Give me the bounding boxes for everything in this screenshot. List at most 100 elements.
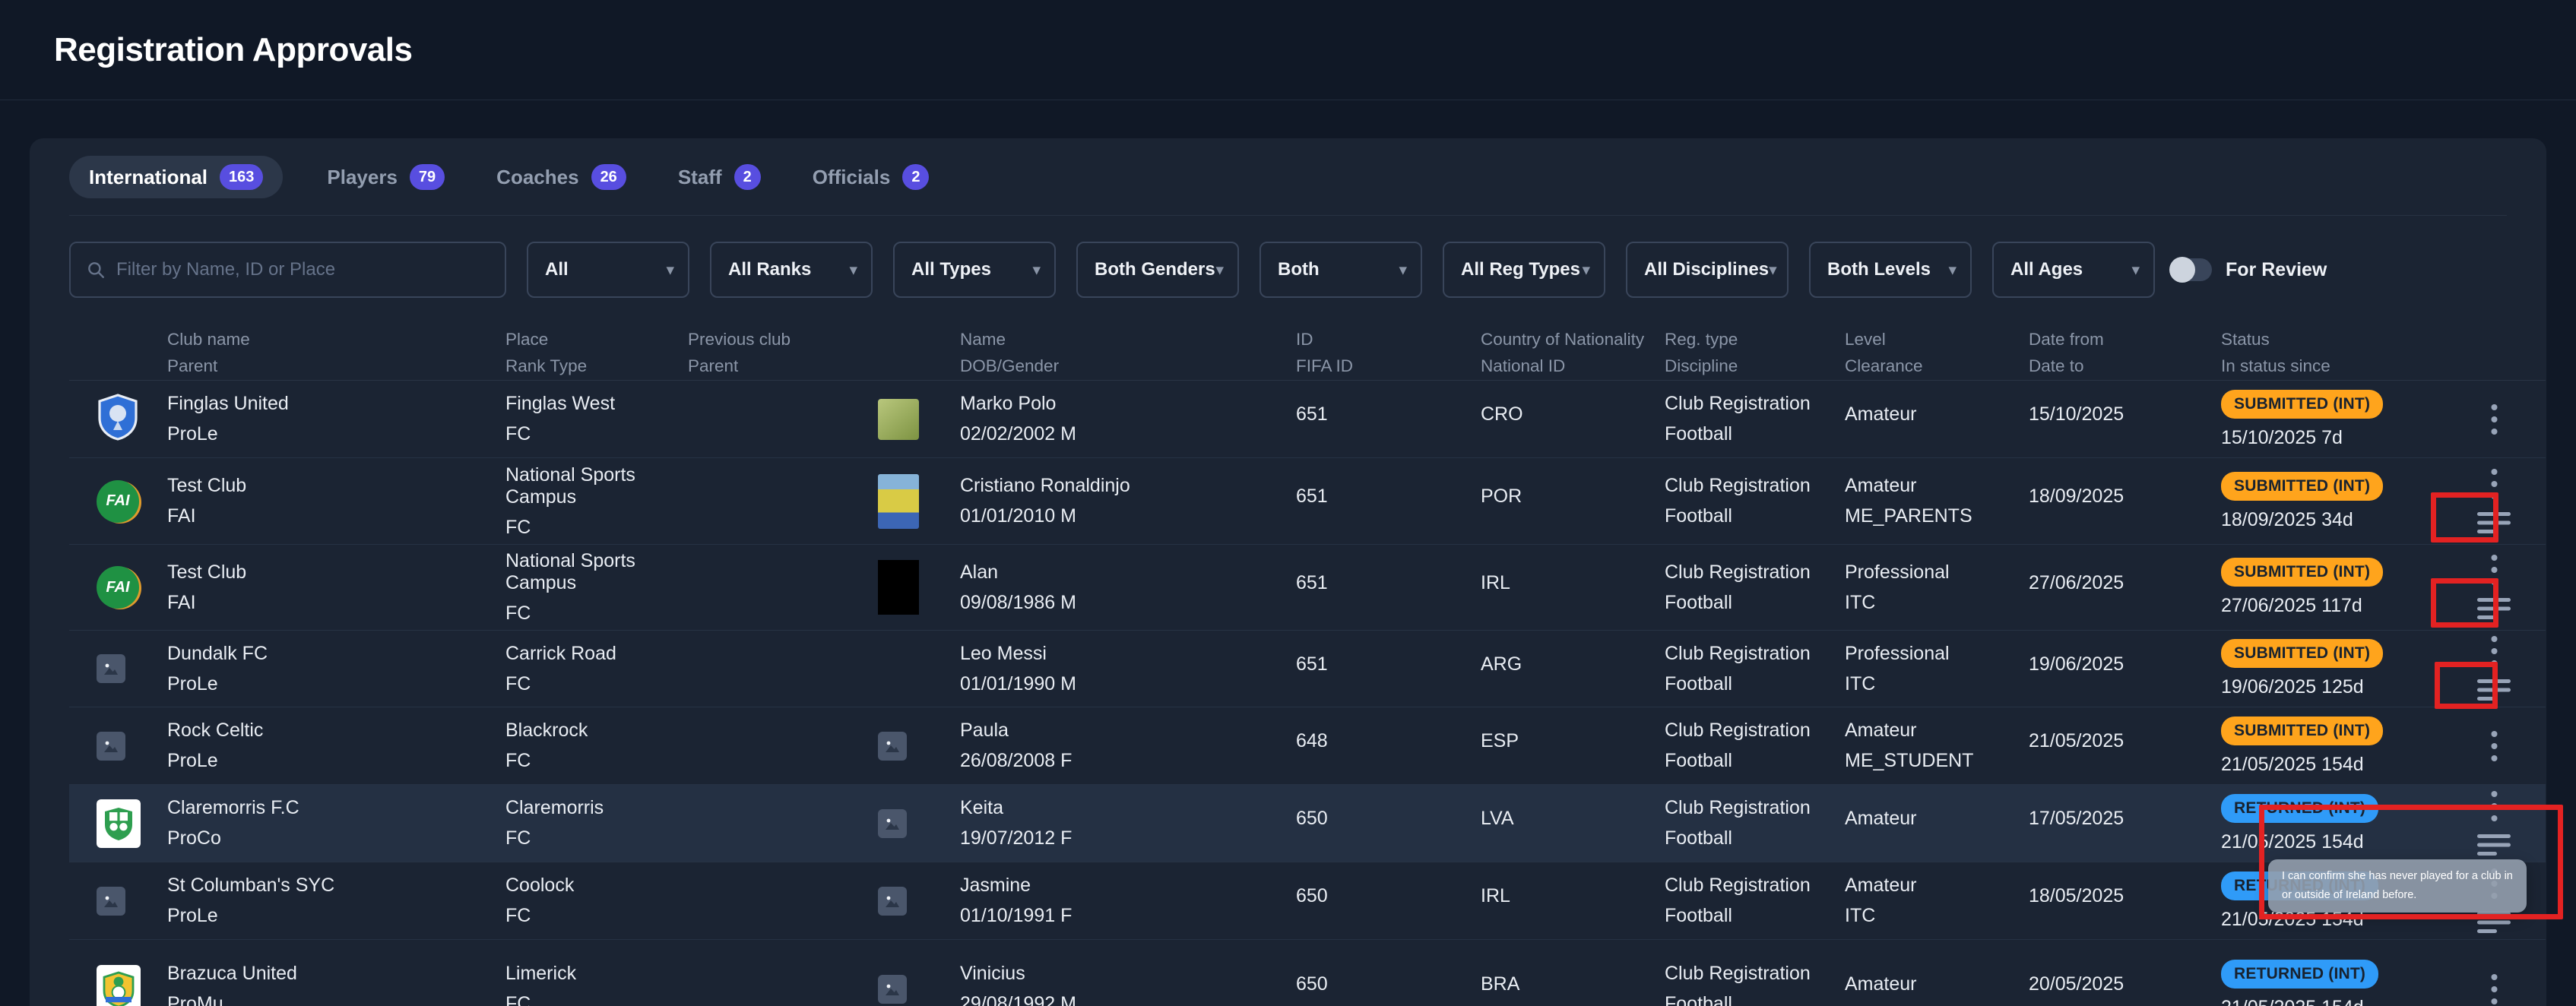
tab-staff[interactable]: Staff2 — [670, 156, 768, 198]
player-photo-placeholder-icon — [878, 809, 907, 838]
dropdown-both[interactable]: Both▾ — [1259, 242, 1422, 298]
dropdown-all[interactable]: All▾ — [527, 242, 689, 298]
kebab-menu-icon[interactable] — [2491, 973, 2498, 1005]
cell-club-logo — [69, 862, 167, 939]
notes-icon[interactable] — [2477, 511, 2512, 535]
dropdown-all-disciplines[interactable]: All Disciplines▾ — [1626, 242, 1789, 298]
club-logo-claremorris — [97, 799, 141, 848]
cell-name: Leo Messi01/01/1990 M — [960, 631, 1296, 707]
chevron-down-icon: ▾ — [1769, 261, 1777, 280]
cell-club-logo: FAI — [69, 458, 167, 544]
dropdown-both-levels[interactable]: Both Levels▾ — [1809, 242, 1972, 298]
in-status-since: 19/06/2025 125d — [2221, 676, 2417, 698]
table-body: Finglas UnitedProLeFinglas WestFCMarko P… — [30, 381, 2546, 1006]
cell-previous-club — [688, 631, 878, 707]
player-photo — [878, 474, 919, 529]
for-review-toggle[interactable] — [2171, 258, 2212, 281]
tab-international[interactable]: International 163 — [69, 156, 283, 198]
kebab-menu-icon[interactable] — [2491, 790, 2498, 822]
note-tooltip-line: or outside of Ireland before. — [2282, 886, 2513, 905]
header-cell-place: PlaceRank Type — [505, 325, 688, 380]
cell-previous-club — [688, 545, 878, 630]
tab-label: International — [89, 166, 208, 189]
cell-date-from: 18/05/2025 — [2029, 862, 2221, 939]
dropdown-value: All Types — [911, 259, 991, 280]
cell-actions — [2432, 707, 2546, 784]
tab-count-badge: 79 — [410, 164, 445, 190]
note-tooltip: I can confirm she has never played for a… — [2268, 859, 2527, 913]
cell-country: IRL — [1481, 545, 1665, 630]
notes-icon[interactable] — [2477, 678, 2512, 702]
cell-reg-type: Club RegistrationFootball — [1665, 545, 1845, 630]
dropdown-both-genders[interactable]: Both Genders▾ — [1076, 242, 1239, 298]
cell-place: National Sports CampusFC — [505, 458, 688, 544]
dropdown-all-ages[interactable]: All Ages▾ — [1992, 242, 2155, 298]
kebab-menu-icon[interactable] — [2491, 403, 2498, 435]
cell-country: LVA — [1481, 785, 1665, 862]
note-tooltip-line: I can confirm she has never played for a… — [2282, 867, 2513, 886]
club-logo-placeholder-icon — [97, 654, 125, 683]
header-cell-name: NameDOB/Gender — [960, 325, 1296, 380]
status-badge: SUBMITTED (INT) — [2221, 717, 2383, 745]
player-photo — [878, 399, 919, 440]
search-icon — [86, 260, 106, 280]
tab-players[interactable]: Players79 — [319, 156, 452, 198]
kebab-menu-icon[interactable] — [2491, 468, 2498, 500]
notes-icon[interactable] — [2477, 833, 2512, 857]
search-input[interactable] — [116, 259, 490, 280]
notes-icon[interactable] — [2477, 596, 2512, 621]
notes-icon[interactable] — [2477, 910, 2512, 935]
dropdown-all-ranks[interactable]: All Ranks▾ — [710, 242, 873, 298]
row-actions — [2472, 545, 2517, 630]
cell-status: RETURNED (INT)21/05/2025 154d — [2221, 785, 2432, 862]
player-photo-placeholder-icon — [878, 887, 907, 916]
cell-status: SUBMITTED (INT)27/06/2025 117d — [2221, 545, 2432, 630]
table-row[interactable]: Claremorris F.CProCoClaremorrisFCKeita19… — [69, 785, 2546, 862]
cell-date-from: 17/05/2025 — [2029, 785, 2221, 862]
in-status-since: 18/09/2025 34d — [2221, 509, 2417, 531]
dropdown-value: Both — [1278, 259, 1320, 280]
cell-actions — [2432, 940, 2546, 1006]
chevron-down-icon: ▾ — [849, 261, 857, 280]
chevron-down-icon: ▾ — [2131, 261, 2140, 280]
cell-id: 651 — [1296, 381, 1481, 457]
player-photo — [878, 560, 919, 615]
cell-place: ClaremorrisFC — [505, 785, 688, 862]
table-row[interactable]: Brazuca UnitedProMuLimerickFCVinicius29/… — [69, 940, 2546, 1006]
club-logo-fai: FAI — [97, 480, 139, 523]
dropdown-all-reg-types[interactable]: All Reg Types▾ — [1443, 242, 1605, 298]
cell-id: 651 — [1296, 631, 1481, 707]
cell-player-photo — [878, 458, 960, 544]
search-box[interactable] — [69, 242, 506, 298]
status-badge: SUBMITTED (INT) — [2221, 639, 2383, 668]
cell-id: 651 — [1296, 458, 1481, 544]
cell-player-photo — [878, 862, 960, 939]
dropdown-all-types[interactable]: All Types▾ — [893, 242, 1056, 298]
cell-level: AmateurME_PARENTS — [1845, 458, 2029, 544]
table-row[interactable]: Rock CelticProLeBlackrockFCPaula26/08/20… — [69, 707, 2546, 785]
tab-coaches[interactable]: Coaches26 — [489, 156, 634, 198]
kebab-menu-icon[interactable] — [2491, 554, 2498, 586]
table-row[interactable]: Dundalk FCProLeCarrick RoadFCLeo Messi01… — [69, 631, 2546, 707]
table-row[interactable]: Finglas UnitedProLeFinglas WestFCMarko P… — [69, 381, 2546, 458]
cell-level: Amateur — [1845, 785, 2029, 862]
club-logo-placeholder-icon — [97, 732, 125, 761]
tab-officials[interactable]: Officials2 — [805, 156, 937, 198]
in-status-since: 27/06/2025 117d — [2221, 595, 2417, 617]
cell-previous-club — [688, 458, 878, 544]
table-row[interactable]: FAITest ClubFAINational Sports CampusFCC… — [69, 458, 2546, 545]
cell-actions — [2432, 381, 2546, 457]
cell-actions — [2432, 458, 2546, 544]
kebab-menu-icon[interactable] — [2491, 730, 2498, 762]
tabs-divider — [69, 215, 2507, 216]
tab-bar: International 163 Players79 Coaches26 Staff2… — [69, 156, 2546, 198]
table-row[interactable]: St Columban's SYCProLeCoolockFCJasmine01… — [69, 862, 2546, 940]
table-row[interactable]: FAITest ClubFAINational Sports CampusFCA… — [69, 545, 2546, 631]
cell-club-name: Brazuca UnitedProMu — [167, 940, 505, 1006]
tab-count-badge: 163 — [220, 164, 263, 190]
kebab-menu-icon[interactable] — [2491, 635, 2498, 667]
status-badge: SUBMITTED (INT) — [2221, 390, 2383, 419]
cell-level: AmateurITC — [1845, 862, 2029, 939]
cell-level: Amateur — [1845, 940, 2029, 1006]
cell-id: 650 — [1296, 785, 1481, 862]
